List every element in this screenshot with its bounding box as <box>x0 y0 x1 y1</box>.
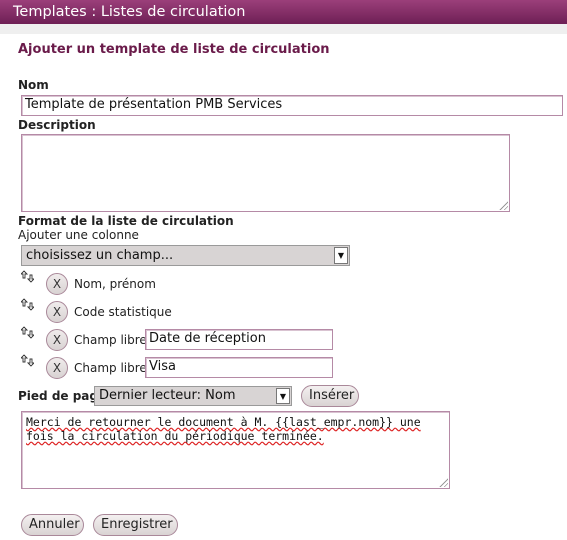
move-arrows-icon[interactable] <box>21 298 34 311</box>
add-column-label: Ajouter une colonne <box>18 228 139 242</box>
format-label: Format de la liste de circulation <box>18 214 234 228</box>
window-title-bar: Templates : Listes de circulation <box>0 0 567 24</box>
move-arrows-icon[interactable] <box>21 326 34 339</box>
form-heading: Ajouter un template de liste de circulat… <box>18 42 330 57</box>
resize-grip-icon[interactable] <box>498 200 508 210</box>
description-label: Description <box>18 118 96 132</box>
footer-text-line2: fois la circulation du périodique termin… <box>26 429 324 443</box>
footer-label: Pied de page <box>18 389 107 403</box>
resize-grip-icon[interactable] <box>438 477 448 487</box>
add-column-select[interactable]: choisissez un champ... ▼ <box>21 245 350 266</box>
name-input[interactable]: Template de présentation PMB Services <box>21 95 563 116</box>
delete-column-button[interactable]: X <box>46 273 68 295</box>
footer-field-select[interactable]: Dernier lecteur: Nom ▼ <box>94 386 292 406</box>
delete-column-button[interactable]: X <box>46 357 68 379</box>
column-label: Champ libre <box>74 333 147 347</box>
move-arrows-icon[interactable] <box>21 270 34 283</box>
column-label: Nom, prénom <box>74 277 156 291</box>
add-column-select-value: choisissez un champ... <box>26 248 174 263</box>
window-title: Templates : Listes de circulation <box>13 4 246 20</box>
cancel-button[interactable]: Annuler <box>21 514 84 536</box>
title-separator <box>0 24 567 34</box>
column-label: Champ libre <box>74 361 147 375</box>
free-field-input[interactable]: Visa <box>145 357 333 378</box>
move-arrows-icon[interactable] <box>21 354 34 367</box>
insert-button[interactable]: Insérer <box>301 385 359 407</box>
footer-field-select-value: Dernier lecteur: Nom <box>99 388 236 403</box>
footer-textarea[interactable]: Merci de retourner le document à M. {{la… <box>21 411 450 489</box>
delete-column-button[interactable]: X <box>46 329 68 351</box>
footer-text: Merci de retourner le document à M. {{la… <box>26 415 421 443</box>
chevron-down-icon[interactable]: ▼ <box>276 388 290 404</box>
save-button[interactable]: Enregistrer <box>93 514 178 536</box>
chevron-down-icon[interactable]: ▼ <box>334 247 348 264</box>
name-label: Nom <box>18 78 49 92</box>
free-field-input[interactable]: Date de réception <box>145 329 333 350</box>
delete-column-button[interactable]: X <box>46 301 68 323</box>
footer-text-line1: Merci de retourner le document à M. {{la… <box>26 415 421 429</box>
description-textarea[interactable] <box>21 134 510 212</box>
column-label: Code statistique <box>74 305 172 319</box>
